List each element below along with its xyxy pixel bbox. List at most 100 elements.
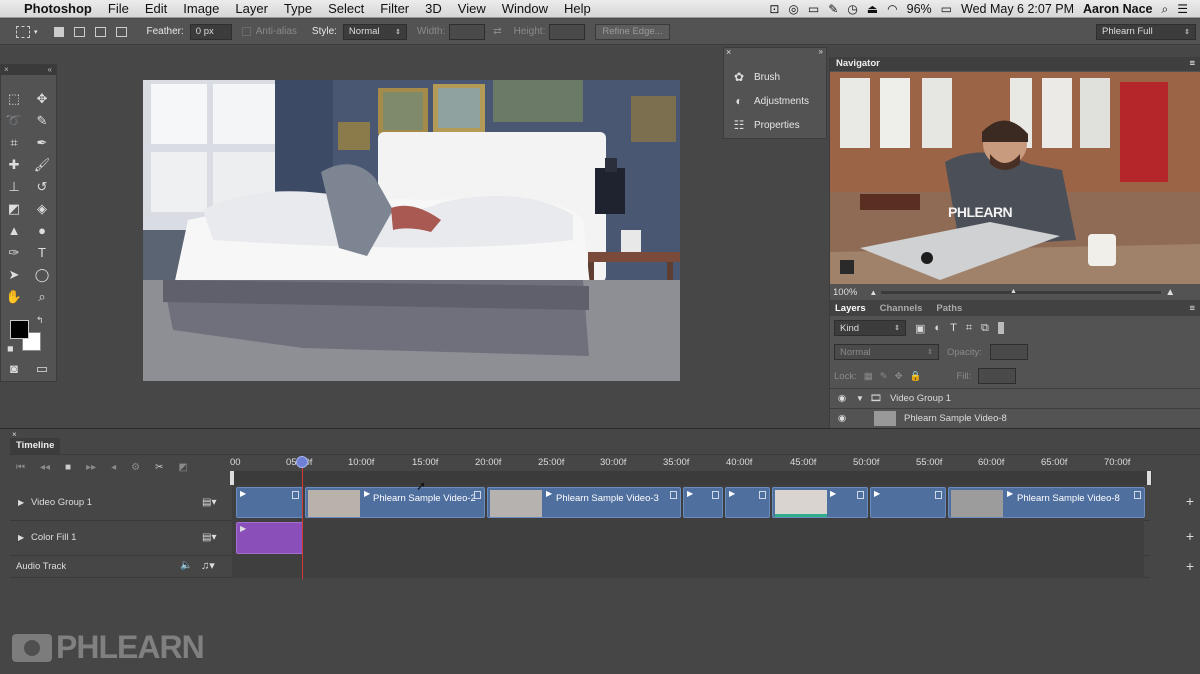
- healing-brush-tool-icon[interactable]: ✚: [5, 157, 23, 173]
- foreground-color-chip[interactable]: [10, 320, 29, 339]
- clock-datetime[interactable]: Wed May 6 2:07 PM: [961, 2, 1074, 16]
- clip-end-icon[interactable]: [857, 491, 864, 499]
- evernote-icon[interactable]: ✎: [828, 3, 838, 15]
- quick-selection-tool-icon[interactable]: ✎: [33, 113, 51, 129]
- menu-help[interactable]: Help: [556, 1, 599, 16]
- antialias-checkbox[interactable]: [241, 27, 251, 36]
- zoom-in-icon[interactable]: ▲: [1165, 287, 1175, 298]
- style-select[interactable]: Normal ⇕: [342, 23, 407, 40]
- lasso-tool-icon[interactable]: ➰: [5, 113, 23, 129]
- menu-file[interactable]: File: [100, 1, 137, 16]
- playhead-line[interactable]: [302, 459, 303, 579]
- refine-edge-button[interactable]: Refine Edge...: [595, 23, 670, 40]
- menu-3d[interactable]: 3D: [417, 1, 450, 16]
- track-name[interactable]: Color Fill 1: [31, 532, 76, 543]
- add-media-button[interactable]: +: [1186, 528, 1194, 544]
- tab-layers[interactable]: Layers: [835, 303, 866, 314]
- audio-note-menu-icon[interactable]: ♫▾: [201, 559, 215, 572]
- slider-thumb-icon[interactable]: ▲: [1010, 288, 1017, 295]
- video-clip[interactable]: ▶: [683, 487, 723, 518]
- audio-volume-icon[interactable]: 🔈: [180, 560, 192, 571]
- clock-icon[interactable]: ◷: [847, 3, 857, 15]
- visibility-eye-icon[interactable]: ◉: [830, 413, 854, 424]
- tab-paths[interactable]: Paths: [936, 303, 962, 314]
- shape-filter-icon[interactable]: ⌗: [966, 322, 972, 335]
- navigator-zoom-value[interactable]: 100%: [830, 287, 857, 298]
- lock-position-icon[interactable]: ✥: [895, 371, 903, 382]
- go-to-first-frame-icon[interactable]: ⏮: [16, 462, 25, 473]
- navigator-zoom-slider[interactable]: ▲: [881, 288, 1162, 295]
- lock-transparent-icon[interactable]: ▦: [864, 371, 873, 382]
- tab-channels[interactable]: Channels: [880, 303, 923, 314]
- settings-gear-icon[interactable]: ⚙: [131, 462, 140, 473]
- track-name[interactable]: Video Group 1: [31, 497, 92, 508]
- film-strip-menu-icon[interactable]: ▤▾: [202, 497, 216, 508]
- battery-icon[interactable]: ▭: [941, 3, 952, 15]
- clip-end-icon[interactable]: [670, 491, 677, 499]
- screen-record-icon[interactable]: ⊡: [769, 3, 779, 15]
- crop-tool-icon[interactable]: ⌗: [5, 135, 23, 151]
- paint-bucket-tool-icon[interactable]: ◈: [33, 201, 51, 217]
- clip-end-icon[interactable]: [292, 491, 299, 499]
- stop-icon[interactable]: ■: [65, 462, 71, 473]
- eraser-tool-icon[interactable]: ◩: [5, 201, 23, 217]
- track-name[interactable]: Audio Track: [16, 561, 66, 572]
- menu-edit[interactable]: Edit: [137, 1, 175, 16]
- layer-row-video-group[interactable]: ◉ ▼ 🎞 Video Group 1: [830, 388, 1200, 408]
- brush-panel-button[interactable]: ✿ Brush: [732, 70, 780, 84]
- wifi-icon[interactable]: ◠: [887, 3, 897, 15]
- quick-mask-icon[interactable]: ◙: [5, 361, 23, 377]
- film-strip-menu-icon[interactable]: ▤▾: [202, 532, 216, 543]
- work-area-bar[interactable]: [230, 471, 1152, 485]
- close-icon[interactable]: ×: [726, 47, 731, 57]
- eyedropper-tool-icon[interactable]: ✒: [33, 135, 51, 151]
- adjustments-panel-button[interactable]: ◐ Adjustments: [732, 94, 809, 108]
- opacity-input[interactable]: [989, 344, 1028, 360]
- spotlight-search-icon[interactable]: ⌕: [1162, 3, 1169, 15]
- video-clip-sample-3[interactable]: ▶ Phlearn Sample Video-3: [487, 487, 681, 518]
- blend-mode-select[interactable]: Normal ⇕: [834, 344, 939, 360]
- clone-stamp-tool-icon[interactable]: ⊥: [5, 179, 23, 195]
- filter-toggle-icon[interactable]: [997, 322, 1004, 334]
- panel-menu-icon[interactable]: ≡: [1189, 57, 1195, 71]
- blur-tool-icon[interactable]: ▲: [5, 223, 23, 239]
- add-selection-icon[interactable]: [73, 26, 85, 37]
- menu-filter[interactable]: Filter: [372, 1, 417, 16]
- app-menu[interactable]: Photoshop: [16, 1, 100, 16]
- zoom-tool-icon[interactable]: ⌕: [33, 289, 51, 305]
- brush-tool-icon[interactable]: 🖌: [33, 157, 51, 173]
- clip-end-icon[interactable]: [474, 491, 481, 499]
- screen-mode-icon[interactable]: ▭: [33, 361, 51, 377]
- expand-icon[interactable]: »: [819, 47, 823, 56]
- type-tool-icon[interactable]: T: [33, 245, 51, 261]
- marquee-tool-preset-icon[interactable]: [16, 25, 30, 38]
- swap-dimensions-icon[interactable]: ⇄: [493, 26, 501, 37]
- user-name[interactable]: Aaron Nace: [1083, 2, 1152, 16]
- chevron-down-icon[interactable]: ▾: [34, 28, 38, 36]
- ellipse-tool-icon[interactable]: ◯: [33, 267, 51, 283]
- width-input[interactable]: [449, 23, 486, 40]
- type-filter-icon[interactable]: T: [950, 322, 957, 334]
- subtract-selection-icon[interactable]: [94, 26, 106, 37]
- add-media-button[interactable]: +: [1186, 493, 1194, 509]
- video-clip[interactable]: ▶: [772, 487, 868, 518]
- work-area-end-handle[interactable]: [1147, 471, 1151, 485]
- playhead-handle[interactable]: [296, 456, 308, 468]
- video-clip[interactable]: ▶: [236, 487, 303, 518]
- work-area-start-handle[interactable]: [230, 471, 234, 485]
- feather-input[interactable]: 0 px: [189, 23, 232, 40]
- next-frame-icon[interactable]: ▸▸: [86, 462, 96, 473]
- video-clip[interactable]: ▶: [870, 487, 946, 518]
- expand-track-icon[interactable]: ▶: [18, 533, 24, 542]
- transition-icon[interactable]: ◩: [179, 462, 188, 473]
- mute-audio-icon[interactable]: ◂: [111, 462, 116, 473]
- adjustment-filter-icon[interactable]: ◐: [934, 322, 941, 334]
- timeline-tab[interactable]: Timeline: [10, 438, 60, 454]
- video-clip-sample-8[interactable]: ▶ Phlearn Sample Video-8: [948, 487, 1145, 518]
- time-ruler[interactable]: 00 05:00f 10:00f 15:00f 20:00f 25:00f 30…: [224, 451, 1154, 468]
- visibility-eye-icon[interactable]: ◉: [830, 393, 854, 404]
- layer-row-video-8[interactable]: ◉ Phlearn Sample Video-8: [830, 408, 1200, 428]
- menu-layer[interactable]: Layer: [227, 1, 276, 16]
- display-icon[interactable]: ▭: [808, 3, 819, 15]
- panel-menu-icon[interactable]: ≡: [1189, 303, 1195, 314]
